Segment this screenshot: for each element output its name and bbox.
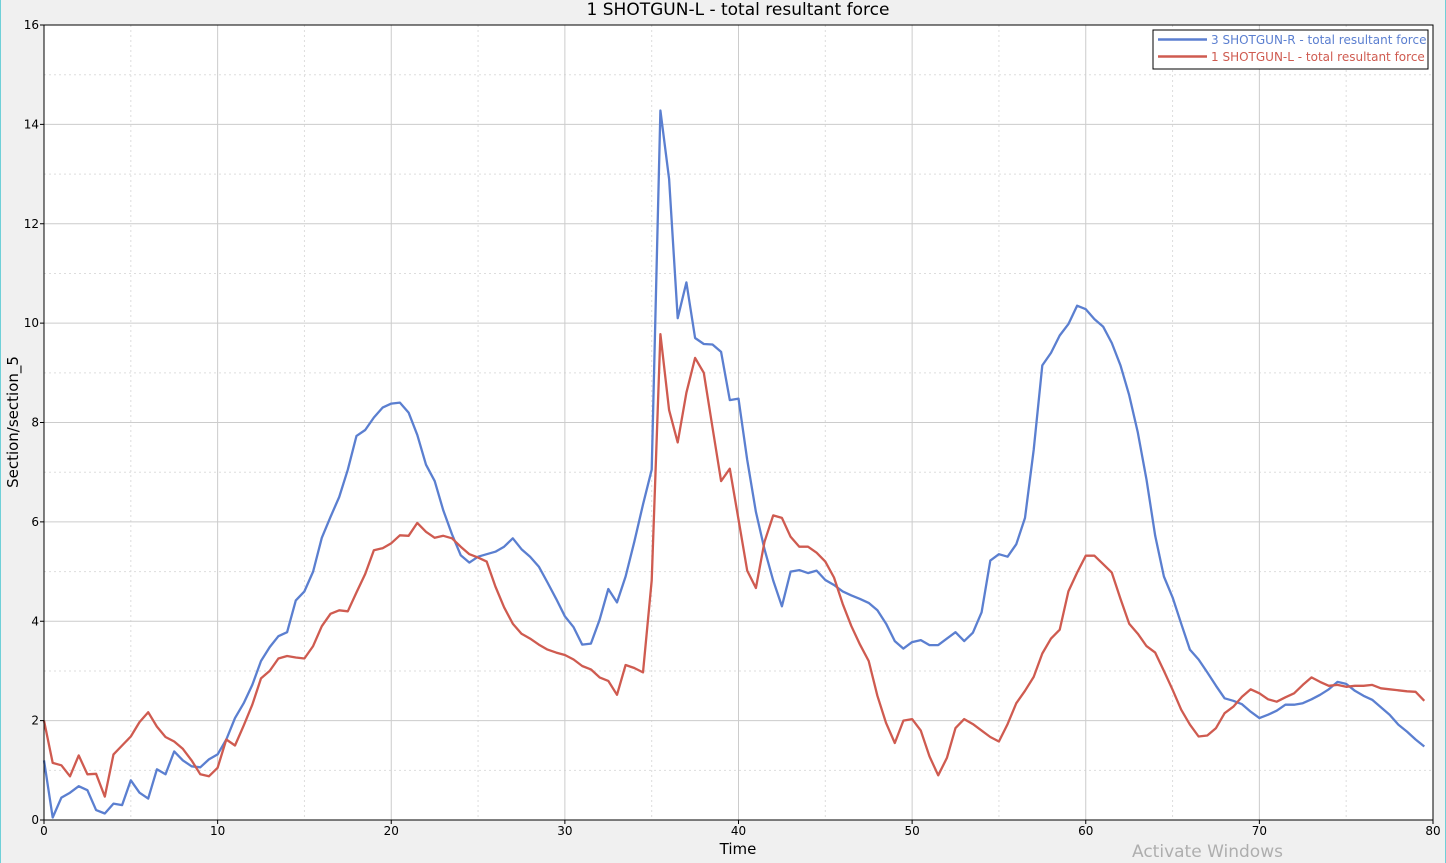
- x-tick-label: 10: [210, 824, 225, 838]
- legend: 3 SHOTGUN-R - total resultant force 1 SH…: [1152, 29, 1429, 70]
- x-tick-label: 0: [40, 824, 48, 838]
- x-tick-label: 30: [557, 824, 572, 838]
- y-tick-label: 16: [24, 18, 39, 32]
- legend-entry-shotgun-l: 1 SHOTGUN-L - total resultant force: [1211, 50, 1425, 64]
- x-axis-label: Time: [719, 840, 757, 858]
- x-tick-label: 20: [384, 824, 399, 838]
- activate-windows-watermark: Activate Windows: [1132, 842, 1283, 862]
- y-tick-label: 10: [24, 316, 39, 330]
- y-axis-label: Section/section_5: [4, 356, 23, 488]
- chart-title: 1 SHOTGUN-L - total resultant force: [587, 0, 890, 20]
- y-axis-ticks: 0 2 4 6 8 10 12 14 16: [24, 18, 44, 827]
- legend-entry-shotgun-r: 3 SHOTGUN-R - total resultant force: [1211, 33, 1426, 47]
- y-tick-label: 2: [31, 714, 39, 728]
- y-tick-label: 6: [31, 515, 39, 529]
- y-tick-label: 12: [24, 217, 39, 231]
- x-tick-label: 40: [731, 824, 746, 838]
- y-tick-label: 4: [31, 614, 39, 628]
- line-chart: 0 10 20 30 40 50 60 70 80 0 2 4 6 8 10 12 14 16 1 SHOTGU…: [4, 0, 1441, 858]
- x-tick-label: 80: [1425, 824, 1440, 838]
- x-tick-label: 70: [1252, 824, 1267, 838]
- chart-window: 0 10 20 30 40 50 60 70 80 0 2 4 6 8 10 12 14 16 1 SHOTGU…: [0, 0, 1446, 863]
- y-tick-label: 14: [24, 117, 39, 131]
- y-tick-label: 8: [31, 416, 39, 430]
- x-tick-label: 60: [1078, 824, 1093, 838]
- y-tick-label: 0: [31, 813, 39, 827]
- x-tick-label: 50: [904, 824, 919, 838]
- x-axis-ticks: 0 10 20 30 40 50 60 70 80: [40, 820, 1441, 838]
